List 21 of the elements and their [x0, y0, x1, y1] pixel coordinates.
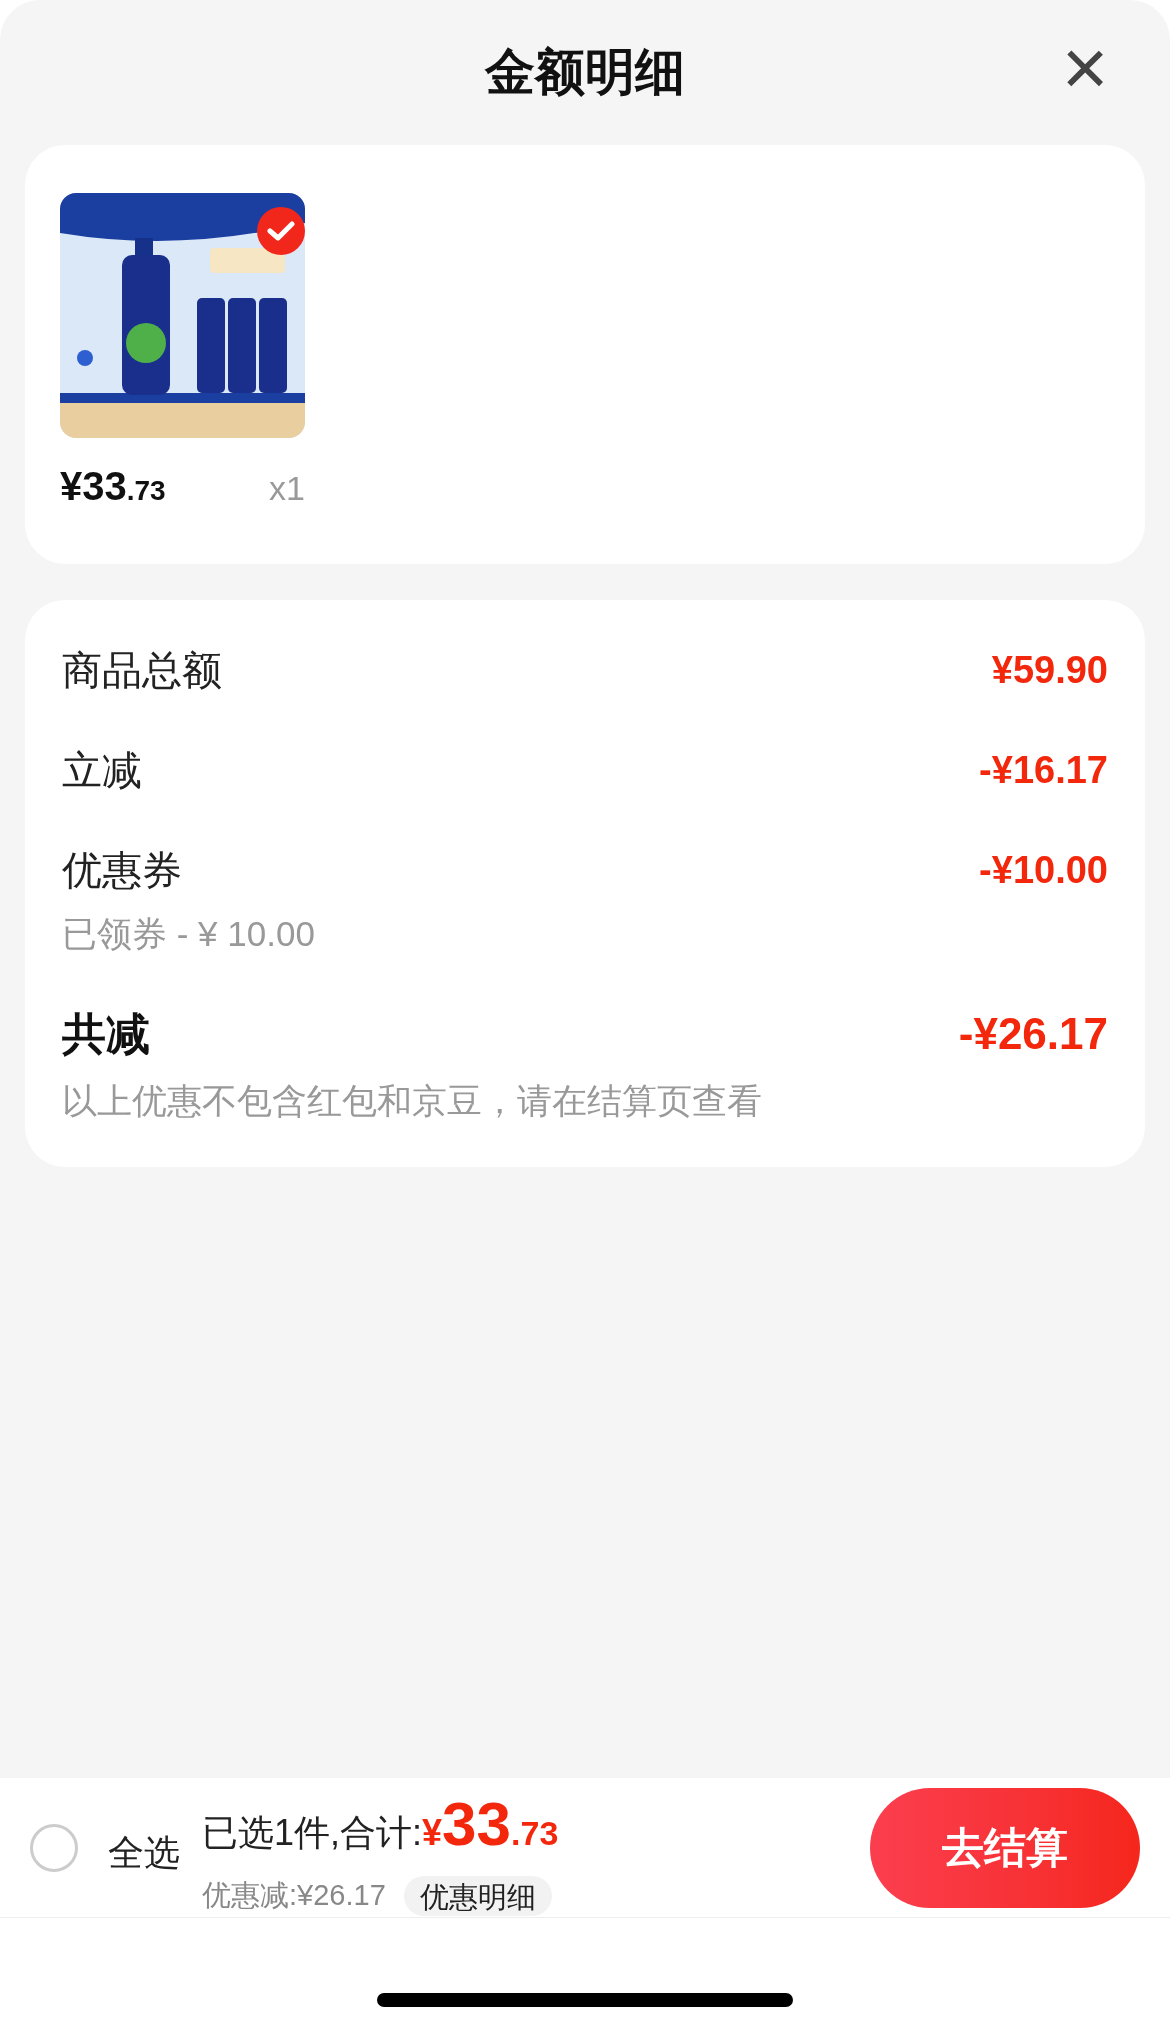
breakdown-amount: -¥16.17 — [979, 747, 1108, 793]
select-all-checkbox[interactable] — [30, 1823, 78, 1872]
breakdown-note: 以上优惠不包含红包和京豆，请在结算页查看 — [62, 1079, 763, 1122]
checkout-button[interactable]: 去结算 — [870, 1787, 1140, 1908]
breakdown-note: 已领券 - ¥ 10.00 — [62, 913, 316, 955]
total-price: ¥33.73 — [422, 1788, 559, 1861]
breakdown-amount: ¥59.90 — [991, 647, 1108, 693]
discount-text: 优惠减:¥26.17 — [202, 1878, 386, 1914]
details-button[interactable]: 优惠明细 — [403, 1876, 552, 1916]
select-all-label[interactable]: 全选 — [108, 1825, 180, 1880]
breakdown-label: 共减 — [62, 1007, 150, 1060]
breakdown-label: 立减 — [62, 747, 142, 794]
breakdown-label: 商品总额 — [62, 647, 222, 694]
close-button[interactable]: × — [1055, 38, 1115, 98]
breakdown-label: 优惠券 — [62, 847, 182, 894]
dialog-title: 金额明细 — [485, 43, 685, 102]
product-price: ¥33.73 — [60, 463, 166, 510]
quantity: x1 — [269, 468, 305, 509]
breakdown-amount: -¥10.00 — [979, 847, 1108, 893]
breakdown-amount: -¥26.17 — [958, 1007, 1108, 1060]
summary-text: 已选1件,合计: — [202, 1811, 423, 1856]
